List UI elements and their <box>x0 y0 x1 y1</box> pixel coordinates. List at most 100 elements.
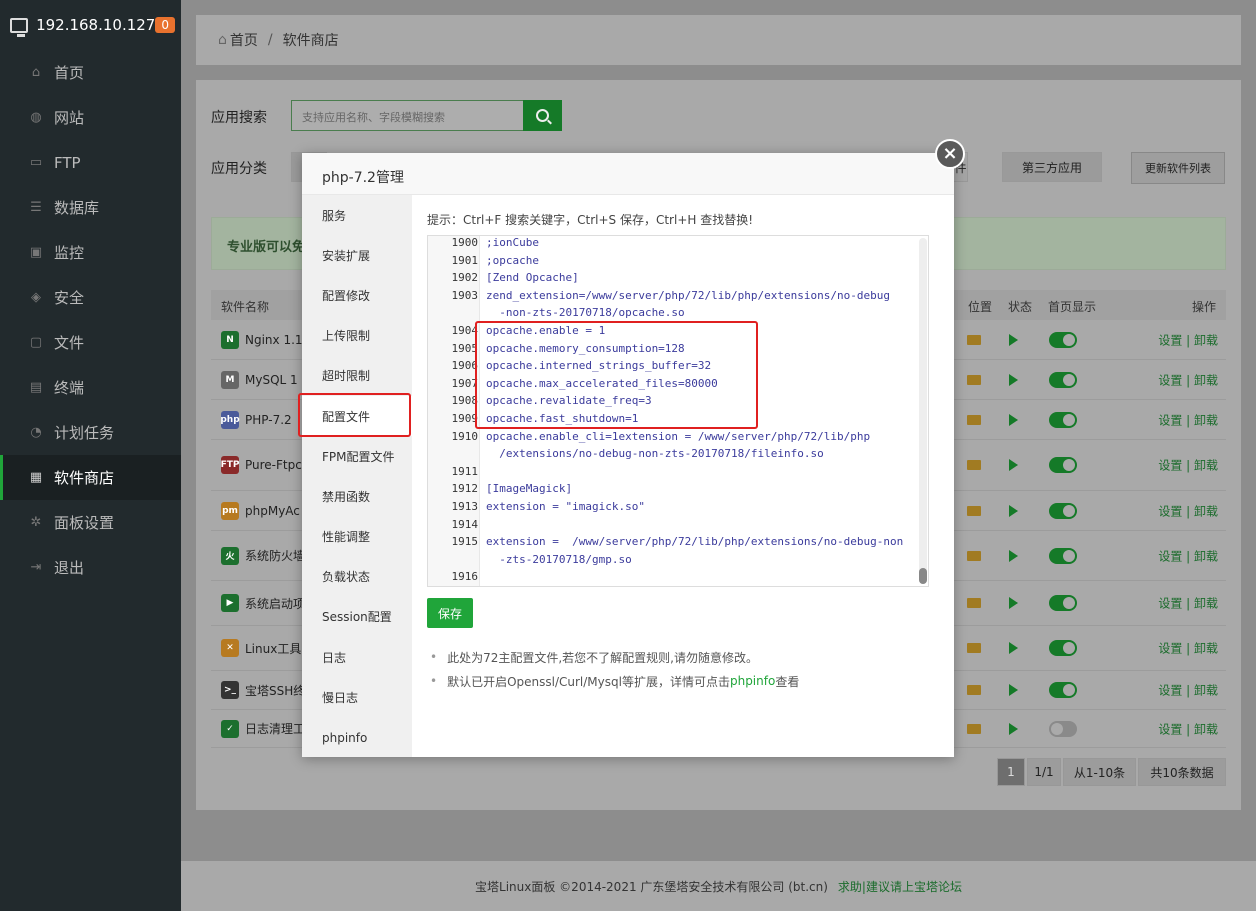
app-name-cell: >_ 宝塔SSH终 <box>221 681 305 699</box>
sidebar-item-7[interactable]: ▤ 终端 <box>0 365 181 410</box>
dialog-nav-item[interactable]: phpinfo <box>302 717 412 757</box>
play-icon[interactable] <box>1009 459 1018 471</box>
app-name-cell: pm phpMyAc <box>221 501 300 520</box>
server-ip: 192.168.10.127 <box>36 16 156 34</box>
sidebar-item-0[interactable]: ⌂ 首页 <box>0 50 181 95</box>
line-number: 1912 <box>451 482 479 496</box>
code-line[interactable]: -zts-20170718/gmp.so <box>486 553 631 566</box>
search-button[interactable] <box>523 100 562 131</box>
row-actions[interactable]: 设置 | 卸载 <box>1158 502 1218 519</box>
sidebar-item-5[interactable]: ◈ 安全 <box>0 275 181 320</box>
code-line[interactable]: zend_extension=/www/server/php/72/lib/ph… <box>486 289 890 302</box>
folder-icon[interactable] <box>967 374 981 385</box>
dialog-nav-item[interactable]: 安装扩展 <box>302 235 412 275</box>
play-icon[interactable] <box>1009 373 1018 386</box>
pager-current[interactable]: 1 <box>997 758 1025 786</box>
homepage-toggle[interactable] <box>1049 457 1077 473</box>
code-line[interactable]: /extensions/no-debug-non-zts-20170718/fi… <box>486 447 824 460</box>
sidebar-item-1[interactable]: ◍ 网站 <box>0 95 181 140</box>
folder-icon[interactable] <box>967 550 981 561</box>
dialog-nav-item[interactable]: 日志 <box>302 637 412 677</box>
footer-forum-link[interactable]: 求助|建议请上宝塔论坛 <box>838 878 962 895</box>
row-actions[interactable]: 设置 | 卸载 <box>1158 547 1218 564</box>
play-icon[interactable] <box>1009 333 1018 346</box>
homepage-toggle[interactable] <box>1049 371 1077 388</box>
dialog-nav-item[interactable]: FPM配置文件 <box>302 436 412 476</box>
dialog-nav-item[interactable]: 慢日志 <box>302 677 412 717</box>
sidebar-item-8[interactable]: ◔ 计划任务 <box>0 410 181 455</box>
app-name: 系统防火墙 <box>245 549 306 563</box>
scrollbar-thumb[interactable] <box>919 568 927 584</box>
code-line[interactable]: opcache.enable_cli=1extension = /www/ser… <box>486 430 870 443</box>
sidebar-item-6[interactable]: ▢ 文件 <box>0 320 181 365</box>
folder-icon[interactable] <box>967 460 981 470</box>
play-icon[interactable] <box>1009 413 1018 426</box>
play-icon[interactable] <box>1009 642 1018 654</box>
row-actions[interactable]: 设置 | 卸载 <box>1158 411 1218 428</box>
folder-icon[interactable] <box>967 643 981 653</box>
dialog-nav: 服务 安装扩展 配置修改 上传限制 超时限制 配置文件 FPM配置文件 禁用函数 性能调整 负载状… <box>302 195 412 757</box>
phpinfo-link[interactable]: phpinfo <box>730 674 775 688</box>
homepage-toggle[interactable] <box>1049 595 1077 611</box>
folder-icon[interactable] <box>967 334 981 345</box>
row-actions[interactable]: 设置 | 卸载 <box>1158 457 1218 474</box>
homepage-toggle[interactable] <box>1049 502 1077 519</box>
play-icon[interactable] <box>1009 597 1018 609</box>
homepage-toggle[interactable] <box>1049 331 1077 348</box>
folder-icon[interactable] <box>967 685 981 695</box>
row-actions[interactable]: 设置 | 卸载 <box>1158 682 1218 699</box>
sidebar-item-9[interactable]: ▦ 软件商店 <box>0 455 181 500</box>
code-line[interactable]: -non-zts-20170718/opcache.so <box>486 306 684 319</box>
dialog-nav-item[interactable]: 超时限制 <box>302 356 412 396</box>
homepage-toggle[interactable] <box>1049 547 1077 564</box>
dialog-nav-item[interactable]: 负载状态 <box>302 557 412 597</box>
folder-icon[interactable] <box>967 414 981 425</box>
code-line[interactable]: [ImageMagick] <box>486 482 572 495</box>
play-icon[interactable] <box>1009 722 1018 735</box>
folder-icon[interactable] <box>967 505 981 516</box>
gear-icon: ✲ <box>30 515 42 530</box>
row-actions[interactable]: 设置 | 卸载 <box>1158 371 1218 388</box>
home-icon: ⌂ <box>218 32 227 48</box>
sidebar-item-4[interactable]: ▣ 监控 <box>0 230 181 275</box>
notification-badge[interactable]: 0 <box>155 17 175 33</box>
play-icon[interactable] <box>1009 684 1018 696</box>
monitor-icon: ▣ <box>29 245 43 260</box>
code-line[interactable]: [Zend Opcache] <box>486 271 579 284</box>
homepage-toggle[interactable] <box>1049 640 1077 656</box>
sidebar-item-10[interactable]: ✲ 面板设置 <box>0 500 181 545</box>
code-line[interactable]: ;opcache <box>486 254 539 267</box>
row-actions[interactable]: 设置 | 卸载 <box>1158 595 1218 612</box>
code-line[interactable]: extension = "imagick.so" <box>486 500 645 513</box>
dialog-nav-item[interactable]: 性能调整 <box>302 517 412 557</box>
sidebar-item-2[interactable]: ▭ FTP <box>0 140 181 185</box>
line-number: 1900 <box>451 236 479 249</box>
folder-icon[interactable] <box>967 598 981 608</box>
homepage-toggle[interactable] <box>1049 682 1077 698</box>
dialog-nav-item[interactable]: Session配置 <box>302 597 412 637</box>
search-input[interactable]: 支持应用名称、字段模糊搜索 <box>291 100 525 131</box>
folder-icon[interactable] <box>967 723 981 734</box>
dialog-nav-item[interactable]: 禁用函数 <box>302 476 412 516</box>
row-actions[interactable]: 设置 | 卸载 <box>1158 331 1218 348</box>
code-line[interactable]: extension = /www/server/php/72/lib/php/e… <box>486 535 903 548</box>
sidebar-item-11[interactable]: ⇥ 退出 <box>0 545 181 590</box>
update-software-list-button[interactable]: 更新软件列表 <box>1131 152 1225 184</box>
homepage-toggle[interactable] <box>1049 720 1077 737</box>
editor-scrollbar[interactable] <box>919 238 927 584</box>
play-icon[interactable] <box>1009 549 1018 562</box>
dialog-nav-item[interactable]: 配置修改 <box>302 275 412 315</box>
category-tab-third-party[interactable]: 第三方应用 <box>1002 152 1102 182</box>
play-icon[interactable] <box>1009 504 1018 517</box>
row-actions[interactable]: 设置 | 卸载 <box>1158 640 1218 657</box>
dialog-nav-item[interactable]: 上传限制 <box>302 316 412 356</box>
sidebar-item-3[interactable]: ☰ 数据库 <box>0 185 181 230</box>
code-line[interactable]: ;ionCube <box>486 236 539 249</box>
app-icon: FTP <box>221 456 239 474</box>
close-icon[interactable]: × <box>935 139 965 169</box>
row-actions[interactable]: 设置 | 卸载 <box>1158 720 1218 737</box>
save-button[interactable]: 保存 <box>427 598 473 628</box>
breadcrumb-home[interactable]: 首页 <box>230 30 258 50</box>
homepage-toggle[interactable] <box>1049 411 1077 428</box>
dialog-nav-item[interactable]: 服务 <box>302 195 412 235</box>
